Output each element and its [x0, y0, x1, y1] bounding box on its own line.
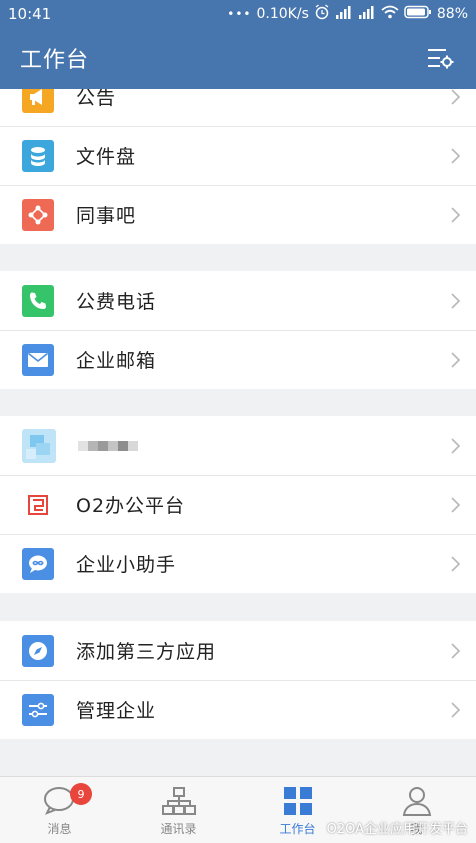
page-title: 工作台 [20, 48, 90, 73]
app-item-enterprise-mail[interactable]: 企业邮箱 [0, 330, 476, 389]
app-item-assistant[interactable]: 企业小助手 [0, 534, 476, 593]
mail-icon [22, 343, 54, 376]
wifi-icon [381, 5, 399, 23]
app-item-label: 添加第三方应用 [76, 641, 217, 663]
chevron-right-icon [440, 490, 470, 520]
chevron-right-icon [440, 431, 470, 461]
tab-messages[interactable]: 9 消息 [0, 777, 119, 843]
settings-list-icon[interactable] [426, 43, 456, 73]
app-item-label: 管理企业 [76, 700, 157, 722]
phone-icon [22, 284, 54, 317]
app-item-label: 企业小助手 [76, 554, 177, 576]
app-item-label: 企业邮箱 [76, 350, 157, 372]
status-indicators: ••• 0.10K/s 88% [227, 3, 468, 24]
app-item-label: 同事吧 [76, 205, 137, 227]
chevron-right-icon [440, 695, 470, 725]
app-item-label: 文件盘 [76, 146, 137, 168]
chevron-right-icon [440, 286, 470, 316]
chevron-right-icon [440, 200, 470, 230]
app-item-label: 公告 [76, 89, 117, 109]
megaphone-icon [22, 89, 54, 113]
blurred-app-label [78, 440, 138, 451]
battery-percent: 88% [436, 5, 468, 22]
app-header: 工作台 [0, 27, 476, 89]
tab-label: 消息 [47, 821, 72, 836]
battery-icon [404, 5, 432, 23]
person-icon [401, 784, 433, 818]
chat-assistant-icon [22, 547, 54, 580]
sliders-icon [22, 693, 54, 726]
app-group-2: 公费电话 企业邮箱 [0, 271, 476, 389]
chevron-right-icon [440, 89, 470, 112]
app-item-label: O2办公平台 [76, 495, 186, 517]
workbench-content: 公告 文件盘 同事吧 公费电话 企业邮箱 O2办公平台 企业小助手 添加第三方应… [0, 89, 476, 776]
app-group-3: O2办公平台 企业小助手 [0, 416, 476, 593]
org-chart-icon [161, 784, 197, 818]
status-time: 10:41 [8, 4, 52, 23]
chevron-right-icon [440, 141, 470, 171]
app-item-label: 公费电话 [76, 291, 157, 313]
app-item-colleague-forum[interactable]: 同事吧 [0, 185, 476, 244]
alarm-icon [314, 3, 330, 24]
chevron-right-icon [440, 636, 470, 666]
status-bar: 10:41 ••• 0.10K/s 88% [0, 0, 476, 27]
app-item-add-third-party[interactable]: 添加第三方应用 [0, 621, 476, 680]
tab-label: 通讯录 [160, 821, 197, 836]
app-group-1: 公告 文件盘 同事吧 [0, 89, 476, 244]
tab-contacts[interactable]: 通讯录 [119, 777, 238, 843]
app-item-file-drive[interactable]: 文件盘 [0, 126, 476, 185]
watermark-text: O2OA企业应用开发平台 [326, 822, 468, 837]
chevron-right-icon [440, 345, 470, 375]
unread-badge: 9 [70, 783, 92, 805]
network-speed: 0.10K/s [256, 5, 309, 22]
dots-icon: ••• [227, 6, 252, 21]
app-group-4: 添加第三方应用 管理企业 [0, 621, 476, 739]
signal-icon-2 [358, 5, 376, 23]
tab-label: 工作台 [279, 821, 316, 836]
compass-icon [22, 634, 54, 667]
app-item-announcement[interactable]: 公告 [0, 89, 476, 126]
app-item-o2-platform[interactable]: O2办公平台 [0, 475, 476, 534]
database-icon [22, 139, 54, 172]
signal-icon [335, 5, 353, 23]
o2-logo-icon [22, 488, 54, 521]
app-item-manage-enterprise[interactable]: 管理企业 [0, 680, 476, 739]
chevron-right-icon [440, 549, 470, 579]
grid-icon [283, 784, 313, 818]
app-item-business-phone[interactable]: 公费电话 [0, 271, 476, 330]
app-item-blurred[interactable] [0, 416, 476, 475]
share-node-icon [22, 198, 54, 231]
blurred-app-icon [22, 428, 56, 463]
